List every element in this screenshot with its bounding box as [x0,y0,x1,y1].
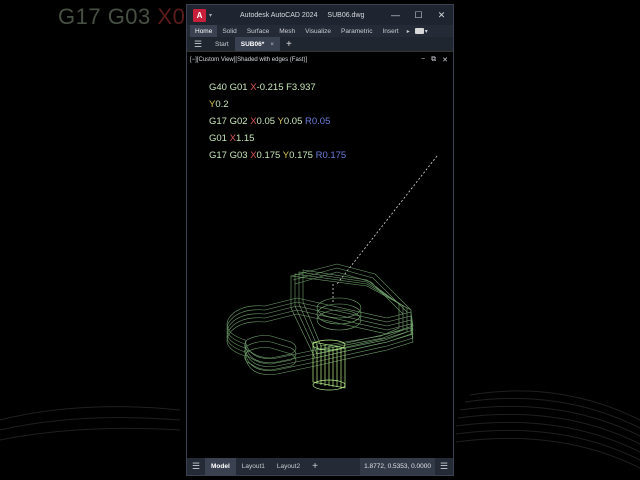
ribbon-tab-parametric[interactable]: Parametric [336,25,377,37]
tab-model[interactable]: Model [205,458,236,475]
toolpath-line [336,155,438,285]
maximize-icon[interactable]: ☐ [407,5,430,25]
hamburger-menu-icon[interactable]: ☰ [187,39,209,50]
drawing-viewport[interactable]: [−][Custom View][Shaded with edges (Fast… [187,52,453,459]
ribbon-tab-surface[interactable]: Surface [242,25,274,37]
ribbon-tab-mesh[interactable]: Mesh [274,25,300,37]
title-bar: A ▾ Autodesk AutoCAD 2024 SUB06.dwg — ☐ … [187,5,453,25]
tab-start[interactable]: Start [209,37,235,51]
coordinate-readout[interactable]: 1.8772, 0.5353, 0.0000 [360,458,435,475]
window-title: Autodesk AutoCAD 2024 SUB06.dwg [240,12,372,19]
customization-menu-icon[interactable]: ☰ [435,461,453,472]
ribbon-tab-visualize[interactable]: Visualize [300,25,336,37]
app-name: Autodesk AutoCAD 2024 [240,11,318,19]
autocad-logo[interactable]: A [193,8,206,22]
add-layout-button[interactable]: + [306,458,324,475]
tab-close-icon[interactable]: × [270,41,274,48]
document-tabs: ☰ Start SUB06* × + [187,37,453,52]
ribbon-overflow-icon[interactable]: ▸ [404,28,413,35]
autocad-window: A ▾ Autodesk AutoCAD 2024 SUB06.dwg — ☐ … [186,4,454,476]
ribbon-display-toggle[interactable]: ▾ [414,28,428,35]
3d-part-model[interactable] [187,52,453,459]
ribbon-tab-insert[interactable]: Insert [377,25,403,37]
panel-toggle-icon [414,28,424,34]
minimize-icon[interactable]: — [384,5,407,25]
tab-sub06[interactable]: SUB06* × [234,37,281,51]
close-icon[interactable]: ✕ [430,5,453,25]
status-menu-icon[interactable]: ☰ [187,461,205,472]
ribbon-tabs: Home Solid Surface Mesh Visualize Parame… [187,25,453,37]
chevron-down-icon: ▾ [424,28,428,35]
ribbon-tab-home[interactable]: Home [190,25,218,37]
file-name: SUB06.dwg [327,11,365,19]
ribbon-tab-solid[interactable]: Solid [217,25,241,37]
tab-layout2[interactable]: Layout2 [271,458,306,475]
tab-layout1[interactable]: Layout1 [236,458,271,475]
new-tab-button[interactable]: + [280,39,298,50]
status-bar: ☰ Model Layout1 Layout2 + 1.8772, 0.5353… [187,458,453,475]
app-menu-caret-icon[interactable]: ▾ [209,12,212,19]
tab-sub06-label: SUB06* [240,40,265,48]
